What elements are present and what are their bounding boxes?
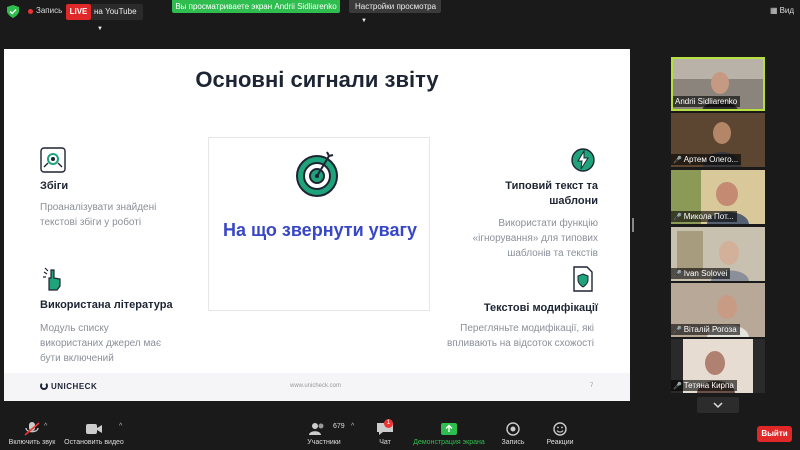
gear-magnifier-icon bbox=[40, 147, 66, 173]
chat-label: Чат bbox=[379, 439, 391, 446]
unicheck-logo-icon bbox=[40, 382, 48, 390]
chevron-up-icon[interactable]: ^ bbox=[351, 423, 354, 430]
unicheck-logo: UNICHECK bbox=[40, 382, 97, 391]
participants-label: Участники bbox=[307, 439, 341, 446]
mic-muted-icon: 🎤 bbox=[673, 383, 682, 390]
shared-screen-slide: Основні сигнали звіту Збіги Проаналізува… bbox=[4, 49, 630, 401]
youtube-label: на YouTube bbox=[94, 7, 137, 16]
mic-muted-icon: 🎤 bbox=[673, 214, 682, 221]
participant-name: 🎤 Ivan Solovei bbox=[671, 268, 731, 279]
chat-unread-badge: 1 bbox=[384, 419, 393, 428]
leave-meeting-button[interactable]: Выйти bbox=[757, 426, 792, 442]
top-bar: Запись LIVE на YouTube ▼ Вы просматривае… bbox=[0, 0, 800, 32]
hand-pointer-icon bbox=[43, 267, 61, 291]
share-screen-label: Демонстрация экрана bbox=[413, 439, 485, 446]
participant-tile[interactable]: Andrii Sidliarenko bbox=[671, 57, 765, 111]
participant-tile[interactable]: 🎤 Артем Олего... bbox=[671, 113, 765, 167]
video-camera-icon bbox=[86, 424, 102, 434]
screen-share-banner: Вы просматриваете экран Andrii Sidliaren… bbox=[172, 0, 340, 13]
block-title-templates: Типовий текст та шаблони bbox=[505, 180, 598, 207]
view-layout-label: Вид bbox=[779, 6, 795, 15]
share-screen-icon bbox=[441, 423, 457, 435]
stop-video-label: Остановить видео bbox=[64, 439, 124, 446]
bottom-toolbar: Включить звук ^ Остановить видео ^ 679 У… bbox=[0, 414, 800, 450]
view-settings-button[interactable]: Настройки просмотра ▼ bbox=[349, 0, 441, 24]
participant-name-text: Віталій Рогоза bbox=[683, 325, 737, 334]
target-icon bbox=[296, 151, 338, 197]
participant-tile[interactable]: 🎤 Ivan Solovei bbox=[671, 227, 765, 281]
participant-tile[interactable]: 🎤 Микола Пот... bbox=[671, 170, 765, 224]
center-card: На що звернути увагу bbox=[208, 137, 430, 311]
share-screen-button[interactable]: Демонстрация экрана bbox=[412, 414, 486, 450]
zoom-window: Запись LIVE на YouTube ▼ Вы просматривае… bbox=[0, 0, 800, 450]
record-dot-icon bbox=[28, 9, 33, 14]
participant-name-text: Тетяна Кирпа bbox=[683, 381, 734, 390]
slide-page-number: 7 bbox=[590, 383, 594, 389]
participant-name-text: Артем Олего... bbox=[683, 155, 739, 164]
block-desc-modifications: Перегляньте модифікації, які впливають н… bbox=[446, 323, 594, 349]
participant-name-text: Микола Пот... bbox=[683, 212, 734, 221]
chevron-down-icon: ▼ bbox=[97, 26, 103, 32]
participant-name: Andrii Sidliarenko bbox=[673, 96, 741, 107]
lightning-circle-icon bbox=[571, 148, 595, 172]
block-title-matches: Збіги bbox=[40, 180, 69, 192]
participant-name: 🎤 Артем Олего... bbox=[671, 154, 742, 165]
chevron-up-icon[interactable]: ^ bbox=[44, 423, 47, 430]
participants-count: 679 bbox=[333, 423, 345, 430]
shield-icon[interactable] bbox=[7, 5, 19, 18]
record-label: Запись bbox=[501, 439, 525, 446]
mic-muted-icon: 🎤 bbox=[673, 327, 682, 334]
slide-footer: UNICHECK www.unicheck.com 7 bbox=[4, 373, 630, 401]
participant-name: 🎤 Микола Пот... bbox=[671, 211, 737, 222]
chat-button[interactable]: 1 Чат bbox=[372, 414, 398, 450]
panel-resize-handle[interactable] bbox=[632, 218, 634, 232]
logo-text: UNICHECK bbox=[51, 382, 98, 391]
record-button[interactable]: Запись bbox=[498, 414, 528, 450]
stop-video-button[interactable]: Остановить видео bbox=[62, 414, 126, 450]
participant-name-text: Ivan Solovei bbox=[683, 269, 728, 278]
mic-muted-icon bbox=[24, 422, 40, 436]
record-status-label: Запись bbox=[36, 6, 63, 15]
smile-icon bbox=[553, 422, 567, 436]
block-desc-templates: Використати функцію «ігнорування» для ти… bbox=[472, 218, 598, 259]
reactions-button[interactable]: Реакции bbox=[542, 414, 578, 450]
youtube-stream-dropdown[interactable]: на YouTube ▼ bbox=[91, 4, 143, 32]
mic-muted-icon: 🎤 bbox=[673, 157, 682, 164]
view-settings-label: Настройки просмотра bbox=[355, 2, 437, 11]
live-badge[interactable]: LIVE bbox=[66, 4, 91, 20]
block-title-modifications: Текстові модифікації bbox=[483, 302, 598, 314]
participants-icon bbox=[309, 423, 324, 435]
chevron-down-icon bbox=[713, 402, 723, 409]
block-desc-literature: Модуль списку використаних джерел має бу… bbox=[40, 323, 162, 364]
block-title-literature: Використана література bbox=[40, 299, 173, 311]
participant-tile[interactable]: 🎤 Віталій Рогоза bbox=[671, 283, 765, 337]
slide-title: Основні сигнали звіту bbox=[195, 67, 439, 92]
participant-name: 🎤 Віталій Рогоза bbox=[671, 324, 740, 335]
grid-icon: ▦ bbox=[770, 6, 778, 15]
chevron-down-icon: ▼ bbox=[361, 18, 367, 24]
participant-name: 🎤 Тетяна Кирпа bbox=[671, 380, 737, 391]
participant-tile[interactable]: 🎤 Тетяна Кирпа bbox=[671, 339, 765, 393]
document-shield-icon bbox=[573, 266, 593, 292]
record-icon bbox=[506, 422, 520, 436]
block-desc-matches: Проаналізувати знайдені текстові збіги у… bbox=[40, 202, 157, 228]
view-layout-button[interactable]: ▦ Вид bbox=[770, 6, 794, 15]
unmute-label: Включить звук bbox=[8, 439, 56, 446]
mic-muted-icon: 🎤 bbox=[673, 271, 682, 278]
slide-url: www.unicheck.com bbox=[290, 383, 342, 389]
participants-button[interactable]: 679 Участники bbox=[303, 414, 345, 450]
unmute-button[interactable]: Включить звук bbox=[4, 414, 60, 450]
center-heading: На що звернути увагу bbox=[222, 220, 418, 240]
scroll-participants-down-button[interactable] bbox=[697, 397, 739, 413]
chevron-up-icon[interactable]: ^ bbox=[119, 423, 122, 430]
reactions-label: Реакции bbox=[546, 439, 574, 446]
